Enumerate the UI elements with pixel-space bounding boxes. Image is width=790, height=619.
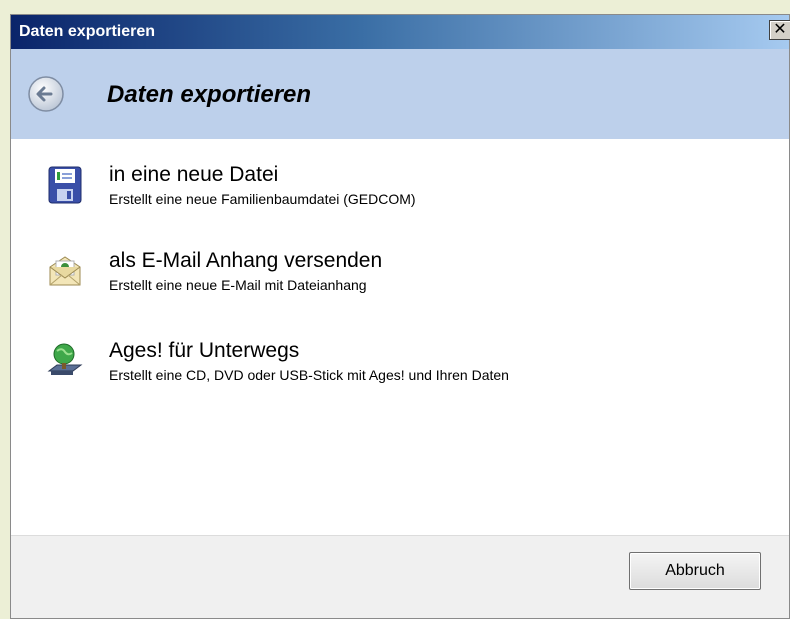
option-label: in eine neue Datei xyxy=(109,163,279,186)
back-button[interactable] xyxy=(27,75,65,113)
close-icon: ✕ xyxy=(773,21,787,38)
option-description: Erstellt eine neue E-Mail mit Dateianhan… xyxy=(109,277,367,293)
option-email-attachment[interactable]: als E-Mail Anhang versenden Erstellt ein… xyxy=(41,247,741,317)
dialog-header: Daten exportieren xyxy=(11,49,789,139)
window-title: Daten exportieren xyxy=(19,23,156,40)
export-dialog: Daten exportieren ✕ Daten exportieren in… xyxy=(10,14,790,619)
email-envelope-icon xyxy=(49,256,81,286)
floppy-disk-icon xyxy=(48,166,82,204)
option-description: Erstellt eine CD, DVD oder USB-Stick mit… xyxy=(109,367,509,383)
back-arrow-icon xyxy=(28,76,64,112)
close-button[interactable]: ✕ xyxy=(769,20,790,40)
option-new-file[interactable]: in eine neue Datei Erstellt eine neue Fa… xyxy=(41,161,741,231)
cancel-button[interactable]: Abbruch xyxy=(629,552,761,590)
option-label: Ages! für Unterwegs xyxy=(109,339,300,362)
page-title: Daten exportieren xyxy=(107,81,312,108)
globe-laptop-icon xyxy=(47,343,83,375)
option-ages-portable[interactable]: Ages! für Unterwegs Erstellt eine CD, DV… xyxy=(41,337,741,407)
option-label: als E-Mail Anhang versenden xyxy=(109,249,383,272)
window-titlebar[interactable]: Daten exportieren ✕ xyxy=(11,15,790,49)
desktop-background-edge xyxy=(0,0,10,619)
dialog-footer: Abbruch xyxy=(11,535,789,618)
option-description: Erstellt eine neue Familienbaumdatei (GE… xyxy=(109,191,416,207)
